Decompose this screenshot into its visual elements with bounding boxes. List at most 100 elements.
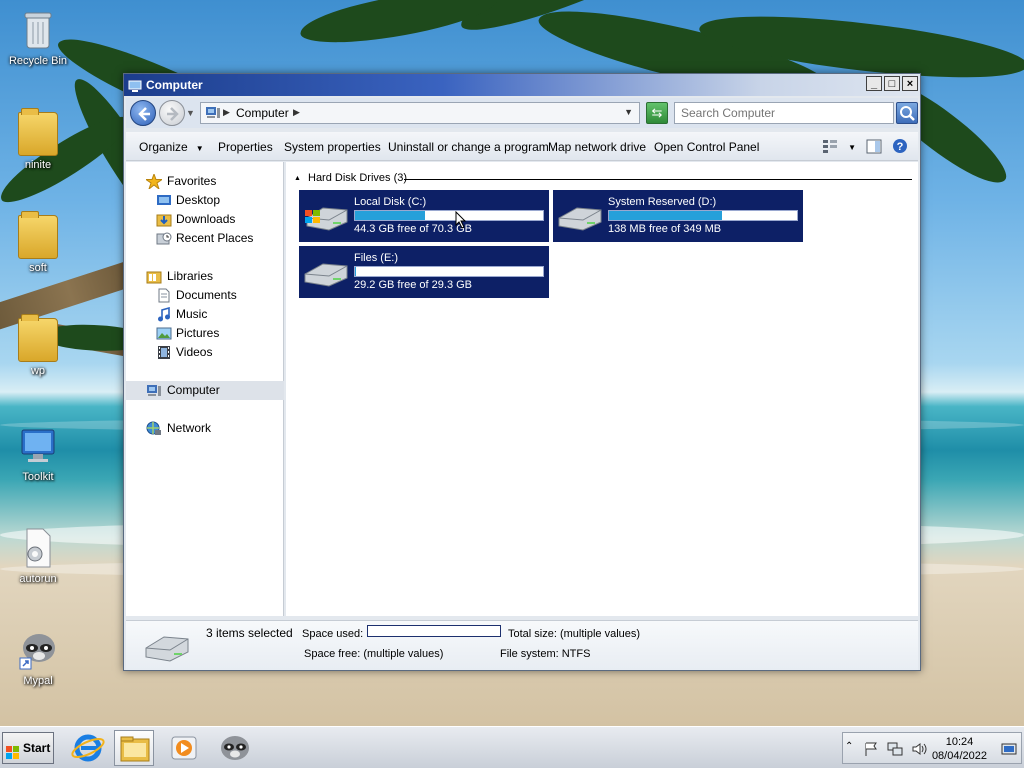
clock-time: 10:24 xyxy=(945,736,974,748)
window-controls: _ □ × xyxy=(866,76,918,91)
nav-pictures[interactable]: Pictures xyxy=(126,324,284,343)
address-field[interactable]: ▶ Computer ▶ ▼ xyxy=(200,102,640,124)
drive-name: Files (E:) xyxy=(354,252,398,264)
arrow-left-icon xyxy=(138,107,150,121)
organize-button[interactable]: Organize ▼ xyxy=(139,140,204,154)
clock[interactable]: 10:24 08/04/2022 xyxy=(932,735,987,763)
desktop-icon xyxy=(156,193,172,208)
nav-favorites[interactable]: Favorites xyxy=(126,172,284,191)
recent-places-icon xyxy=(156,231,172,246)
nav-label: Downloads xyxy=(176,212,236,226)
desktop-icon-toolkit[interactable]: Toolkit xyxy=(4,424,72,483)
drive-name: System Reserved (D:) xyxy=(608,196,717,208)
taskbar-windows-explorer[interactable] xyxy=(114,730,154,766)
drive-tile-c[interactable]: Local Disk (C:) 44.3 GB free of 70.3 GB xyxy=(299,190,549,242)
show-desktop-button[interactable] xyxy=(1001,741,1017,757)
change-view-button[interactable] xyxy=(822,139,838,156)
drive-free-space: 29.2 GB free of 29.3 GB xyxy=(354,279,473,291)
search-icon xyxy=(900,106,915,121)
internet-explorer-icon xyxy=(71,734,105,762)
breadcrumb-separator[interactable]: ▶ xyxy=(223,107,230,118)
desktop-icon-recycle-bin[interactable]: Recycle Bin xyxy=(4,8,72,67)
start-button[interactable]: Start xyxy=(2,732,54,764)
nav-label: Music xyxy=(176,307,208,321)
system-tray: ⌃ 10:24 08/04/2022 xyxy=(842,732,1022,764)
nav-downloads[interactable]: Downloads xyxy=(126,210,284,229)
show-hidden-icons-button[interactable]: ⌃ xyxy=(845,741,861,757)
nav-computer[interactable]: Computer xyxy=(126,381,284,400)
nav-label: Documents xyxy=(176,288,237,302)
drive-tile-d[interactable]: System Reserved (D:) 138 MB free of 349 … xyxy=(553,190,803,242)
desktop-icon-label: Mypal xyxy=(23,675,53,687)
address-dropdown-arrow[interactable]: ▼ xyxy=(624,107,633,117)
back-button[interactable] xyxy=(130,100,156,126)
desktop-icon-label: wp xyxy=(30,365,46,377)
open-control-panel-button[interactable]: Open Control Panel xyxy=(654,140,759,154)
title-bar[interactable]: Computer _ □ × xyxy=(124,74,920,96)
minimize-button[interactable]: _ xyxy=(866,76,882,91)
group-header-hard-disk-drives[interactable]: ▲ Hard Disk Drives (3) xyxy=(294,172,914,188)
collapse-arrow-icon[interactable]: ▲ xyxy=(294,175,301,182)
maximize-button[interactable]: □ xyxy=(884,76,900,91)
drive-name: Local Disk (C:) xyxy=(354,196,427,208)
desktop-icon-wp[interactable]: wp xyxy=(4,314,72,377)
arrow-right-icon xyxy=(167,107,179,121)
help-button[interactable]: ? xyxy=(892,138,908,157)
nav-music[interactable]: Music xyxy=(126,305,284,324)
nav-documents[interactable]: Documents xyxy=(126,286,284,305)
drive-tile-e[interactable]: Files (E:) 29.2 GB free of 29.3 GB xyxy=(299,246,549,298)
view-dropdown-arrow[interactable]: ▼ xyxy=(848,143,856,152)
network-globe-icon xyxy=(146,421,162,436)
map-network-drive-button[interactable]: Map network drive xyxy=(548,140,646,154)
taskbar-internet-explorer[interactable] xyxy=(68,730,108,766)
taskbar-media-player[interactable] xyxy=(164,730,204,766)
hard-drive-icon xyxy=(557,204,603,232)
nav-videos[interactable]: Videos xyxy=(126,343,284,362)
nav-label: Videos xyxy=(176,345,213,359)
chevron-down-icon: ▼ xyxy=(195,144,204,153)
system-properties-button[interactable]: System properties xyxy=(284,140,381,154)
network-status-icon[interactable] xyxy=(887,741,903,757)
desktop-icon-ninite[interactable]: ninite xyxy=(4,108,72,171)
breadcrumb-computer[interactable]: Computer xyxy=(236,106,289,120)
folder-icon xyxy=(18,108,58,156)
nav-libraries[interactable]: Libraries xyxy=(126,267,284,286)
desktop-icon-soft[interactable]: soft xyxy=(4,211,72,274)
search-box[interactable] xyxy=(674,102,894,124)
refresh-icon: ⇆ xyxy=(651,105,663,120)
windows-flag-icon xyxy=(6,741,20,759)
forward-button[interactable] xyxy=(159,100,185,126)
volume-speaker-icon[interactable] xyxy=(911,741,927,757)
uninstall-program-button[interactable]: Uninstall or change a program xyxy=(388,140,549,154)
drive-usage-bar xyxy=(354,266,544,277)
group-label: Hard Disk Drives (3) xyxy=(308,172,408,184)
nav-label: Favorites xyxy=(167,174,217,188)
desktop-icon-autorun[interactable]: autorun xyxy=(4,526,72,585)
music-note-icon xyxy=(156,306,172,322)
total-size: Total size: (multiple values) xyxy=(508,628,641,640)
taskbar-mypal[interactable] xyxy=(215,730,255,766)
nav-desktop[interactable]: Desktop xyxy=(126,191,284,210)
nav-label: Pictures xyxy=(176,326,220,340)
desktop-icon-label: autorun xyxy=(19,573,57,585)
downloads-folder-icon xyxy=(156,212,172,227)
properties-button[interactable]: Properties xyxy=(218,140,273,154)
computer-monitor-icon xyxy=(18,424,58,468)
breadcrumb-separator[interactable]: ▶ xyxy=(293,107,300,118)
recent-pages-dropdown[interactable]: ▼ xyxy=(186,108,195,118)
nav-recent-places[interactable]: Recent Places xyxy=(126,229,284,248)
media-player-icon xyxy=(171,736,197,760)
preview-pane-button[interactable] xyxy=(866,139,882,157)
folder-icon xyxy=(18,314,58,362)
view-options-icon xyxy=(823,140,838,153)
refresh-button[interactable]: ⇆ xyxy=(646,102,668,124)
desktop-icon-label: ninite xyxy=(24,159,52,171)
close-button[interactable]: × xyxy=(902,76,918,91)
search-button[interactable] xyxy=(896,102,918,124)
raccoon-shortcut-icon xyxy=(18,628,58,672)
action-center-flag-icon[interactable] xyxy=(863,741,879,757)
desktop-icon-mypal[interactable]: Mypal xyxy=(4,628,72,687)
organize-label: Organize xyxy=(139,140,188,154)
search-input[interactable] xyxy=(675,103,885,123)
nav-network[interactable]: Network xyxy=(126,419,284,438)
